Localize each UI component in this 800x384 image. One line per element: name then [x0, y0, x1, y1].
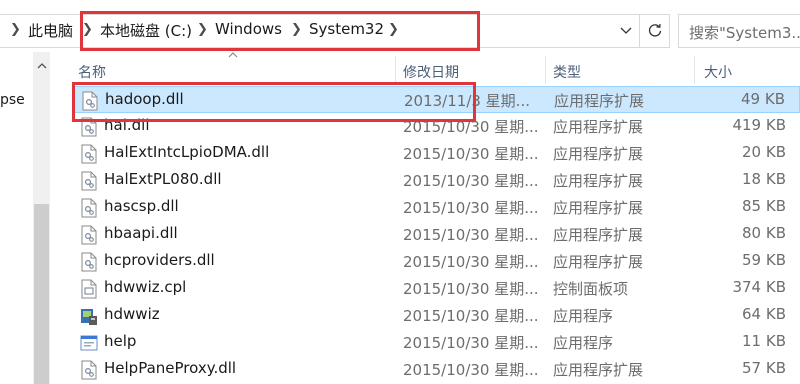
file-row[interactable]: help 2015/10/30 星期... 应用程序 11 KB — [72, 329, 800, 356]
file-name: hadoop.dll — [105, 90, 184, 108]
dll-file-icon — [80, 198, 98, 218]
dll-file-icon — [80, 144, 98, 164]
file-size: 57 KB — [742, 359, 786, 377]
file-date-modified: 2015/10/30 星期... — [403, 145, 539, 163]
column-size[interactable]: 大小 — [704, 62, 732, 82]
address-history-dropdown[interactable] — [614, 18, 638, 44]
dll-file-icon — [81, 91, 99, 111]
file-row[interactable]: hcproviders.dll 2015/10/30 星期... 应用程序扩展 59 … — [72, 248, 800, 275]
file-date-modified: 2015/10/30 星期... — [403, 334, 539, 352]
file-date-modified: 2015/10/30 星期... — [403, 199, 539, 217]
column-divider[interactable] — [395, 56, 396, 84]
file-size: 85 KB — [742, 197, 786, 215]
file-type: 应用程序扩展 — [553, 199, 644, 217]
file-name: hal.dll — [104, 116, 150, 134]
file-name: hascsp.dll — [104, 197, 179, 215]
breadcrumb-chevron-icon[interactable]: ❯ — [291, 22, 302, 37]
file-name: hdwwiz.cpl — [104, 278, 187, 296]
file-row[interactable]: hdwwiz.cpl 2015/10/30 星期... 控制面板项 374 KB — [72, 275, 800, 302]
dll-file-icon — [80, 360, 98, 380]
breadcrumb-this-pc[interactable]: 此电脑 — [28, 20, 73, 41]
chevron-down-icon — [620, 27, 632, 34]
file-type: 应用程序扩展 — [553, 253, 644, 271]
refresh-icon — [648, 23, 661, 37]
chevron-up-icon — [37, 62, 46, 68]
file-date-modified: 2015/10/30 星期... — [403, 361, 539, 379]
breadcrumb-chevron-icon[interactable]: ❯ — [10, 22, 21, 37]
file-type: 控制面板项 — [553, 280, 629, 298]
file-date-modified: 2015/10/30 星期... — [403, 280, 539, 298]
file-row[interactable]: hascsp.dll 2015/10/30 星期... 应用程序扩展 85 KB — [72, 194, 800, 221]
cpl-file-icon — [80, 279, 98, 299]
column-date-modified[interactable]: 修改日期 — [403, 62, 459, 82]
dll-file-icon — [80, 252, 98, 272]
hardware-wizard-icon — [80, 306, 98, 326]
search-input[interactable]: 搜索"System3... — [689, 22, 800, 43]
file-row[interactable]: HelpPaneProxy.dll 2015/10/30 星期... 应用程序扩展 5… — [72, 356, 800, 383]
file-date-modified: 2015/10/30 星期... — [403, 253, 539, 271]
file-date-modified: 2015/10/30 星期... — [403, 226, 539, 244]
file-size: 20 KB — [742, 143, 786, 161]
column-divider[interactable] — [694, 56, 695, 84]
file-row[interactable]: HalExtPL080.dll 2015/10/30 星期... 应用程序扩展 18 … — [72, 167, 800, 194]
breadcrumb-local-disk[interactable]: 本地磁盘 (C:) — [100, 20, 192, 41]
file-type: 应用程序扩展 — [553, 172, 644, 190]
refresh-button[interactable] — [640, 14, 670, 48]
dll-file-icon — [80, 171, 98, 191]
file-type: 应用程序扩展 — [553, 145, 644, 163]
file-name: hdwwiz — [104, 305, 160, 323]
file-size: 80 KB — [742, 224, 786, 242]
file-type: 应用程序 — [553, 334, 614, 352]
search-box[interactable]: 搜索"System3... — [678, 14, 800, 48]
file-type: 应用程序扩展 — [553, 118, 644, 136]
file-row[interactable]: HalExtIntcLpioDMA.dll 2015/10/30 星期... 应用程… — [72, 140, 800, 167]
file-name: HalExtPL080.dll — [104, 170, 222, 188]
file-name: help — [104, 332, 137, 350]
breadcrumb-chevron-icon[interactable]: ❯ — [82, 22, 93, 37]
scroll-up-button[interactable] — [33, 56, 50, 74]
address-bar-row: ❯ 此电脑 ❯ 本地磁盘 (C:) ❯ Windows ❯ System32 ❯… — [0, 0, 800, 62]
file-size: 64 KB — [742, 305, 786, 323]
file-name: HalExtIntcLpioDMA.dll — [104, 143, 270, 161]
dll-file-icon — [80, 117, 98, 137]
file-size: 59 KB — [742, 251, 786, 269]
file-date-modified: 2015/10/30 星期... — [403, 307, 539, 325]
breadcrumb-chevron-icon[interactable]: ❯ — [388, 22, 399, 37]
file-size: 49 KB — [741, 90, 785, 108]
file-date-modified: 2015/10/30 星期... — [403, 172, 539, 190]
file-size: 18 KB — [742, 170, 786, 188]
column-type[interactable]: 类型 — [553, 62, 581, 82]
breadcrumb-windows[interactable]: Windows — [215, 20, 282, 38]
column-divider[interactable] — [545, 56, 546, 84]
file-type: 应用程序 — [553, 307, 614, 325]
file-row[interactable]: hdwwiz 2015/10/30 星期... 应用程序 64 KB — [72, 302, 800, 329]
file-list: hadoop.dll 2013/11/3 星期... 应用程序扩展 49 KB hal.… — [0, 86, 800, 384]
file-row[interactable]: hadoop.dll 2013/11/3 星期... 应用程序扩展 49 KB — [72, 86, 800, 113]
file-name: HelpPaneProxy.dll — [104, 359, 237, 377]
file-size: 11 KB — [742, 332, 786, 350]
file-type: 应用程序扩展 — [553, 361, 644, 379]
file-row[interactable]: hbaapi.dll 2015/10/30 星期... 应用程序扩展 80 KB — [72, 221, 800, 248]
dll-file-icon — [80, 225, 98, 245]
column-header: 名称 修改日期 类型 大小 — [50, 52, 800, 84]
sort-ascending-icon — [228, 52, 238, 58]
file-type: 应用程序扩展 — [554, 92, 645, 110]
file-type: 应用程序扩展 — [553, 226, 644, 244]
column-name[interactable]: 名称 — [78, 62, 106, 82]
file-size: 374 KB — [732, 278, 786, 296]
file-name: hcproviders.dll — [104, 251, 215, 269]
file-row[interactable]: hal.dll 2015/10/30 星期... 应用程序扩展 419 KB — [72, 113, 800, 140]
file-size: 419 KB — [732, 116, 786, 134]
file-date-modified: 2015/10/30 星期... — [403, 118, 539, 136]
breadcrumb-chevron-icon[interactable]: ❯ — [197, 22, 208, 37]
breadcrumb-system32[interactable]: System32 — [309, 20, 384, 38]
app-window-icon — [80, 333, 98, 353]
file-name: hbaapi.dll — [104, 224, 178, 242]
file-date-modified: 2013/11/3 星期... — [404, 92, 530, 110]
